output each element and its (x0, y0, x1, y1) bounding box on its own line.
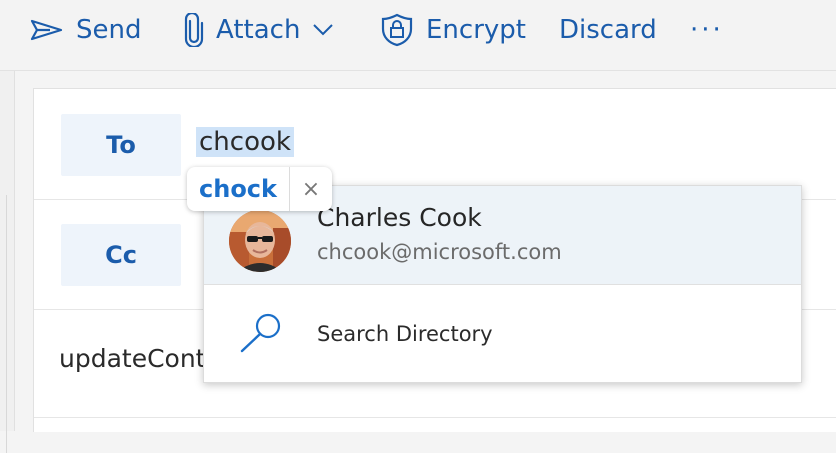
discard-button[interactable]: Discard (559, 8, 657, 52)
to-input-text: chcook (196, 127, 294, 157)
shield-lock-icon (380, 13, 414, 47)
to-input[interactable]: chcook (196, 127, 294, 163)
avatar (229, 210, 291, 272)
search-icon (234, 311, 286, 359)
send-label: Send (76, 15, 142, 45)
cc-button[interactable]: Cc (61, 224, 181, 286)
contact-name: Charles Cook (317, 203, 482, 232)
to-row: To chcook (34, 89, 836, 200)
chevron-down-icon[interactable] (312, 23, 334, 37)
encrypt-button[interactable]: Encrypt (380, 8, 526, 52)
chip-suggestion[interactable]: chock (187, 167, 289, 211)
attach-button[interactable]: Attach (184, 8, 334, 52)
subject-input[interactable]: updateCont (59, 344, 205, 373)
autocorrect-chip: chock × (187, 167, 332, 211)
paperclip-icon (184, 13, 204, 47)
left-pane-edge (0, 71, 15, 453)
encrypt-label: Encrypt (426, 15, 526, 45)
more-options-button[interactable]: ··· (690, 8, 724, 52)
discard-label: Discard (559, 15, 657, 45)
close-icon[interactable]: × (289, 167, 332, 211)
to-button[interactable]: To (61, 114, 181, 176)
recipient-suggestions: Charles Cook chcook@microsoft.com Search… (203, 185, 802, 383)
search-directory-label: Search Directory (317, 322, 493, 346)
pane-divider[interactable] (0, 195, 7, 453)
attach-label: Attach (216, 15, 301, 45)
search-directory-item[interactable]: Search Directory (204, 285, 801, 382)
contact-email: chcook@microsoft.com (317, 240, 562, 264)
send-icon (30, 18, 64, 42)
send-button[interactable]: Send (30, 8, 141, 52)
compose-toolbar: Send Attach Encrypt Discard ··· (0, 0, 836, 71)
more-icon: ··· (690, 15, 724, 45)
